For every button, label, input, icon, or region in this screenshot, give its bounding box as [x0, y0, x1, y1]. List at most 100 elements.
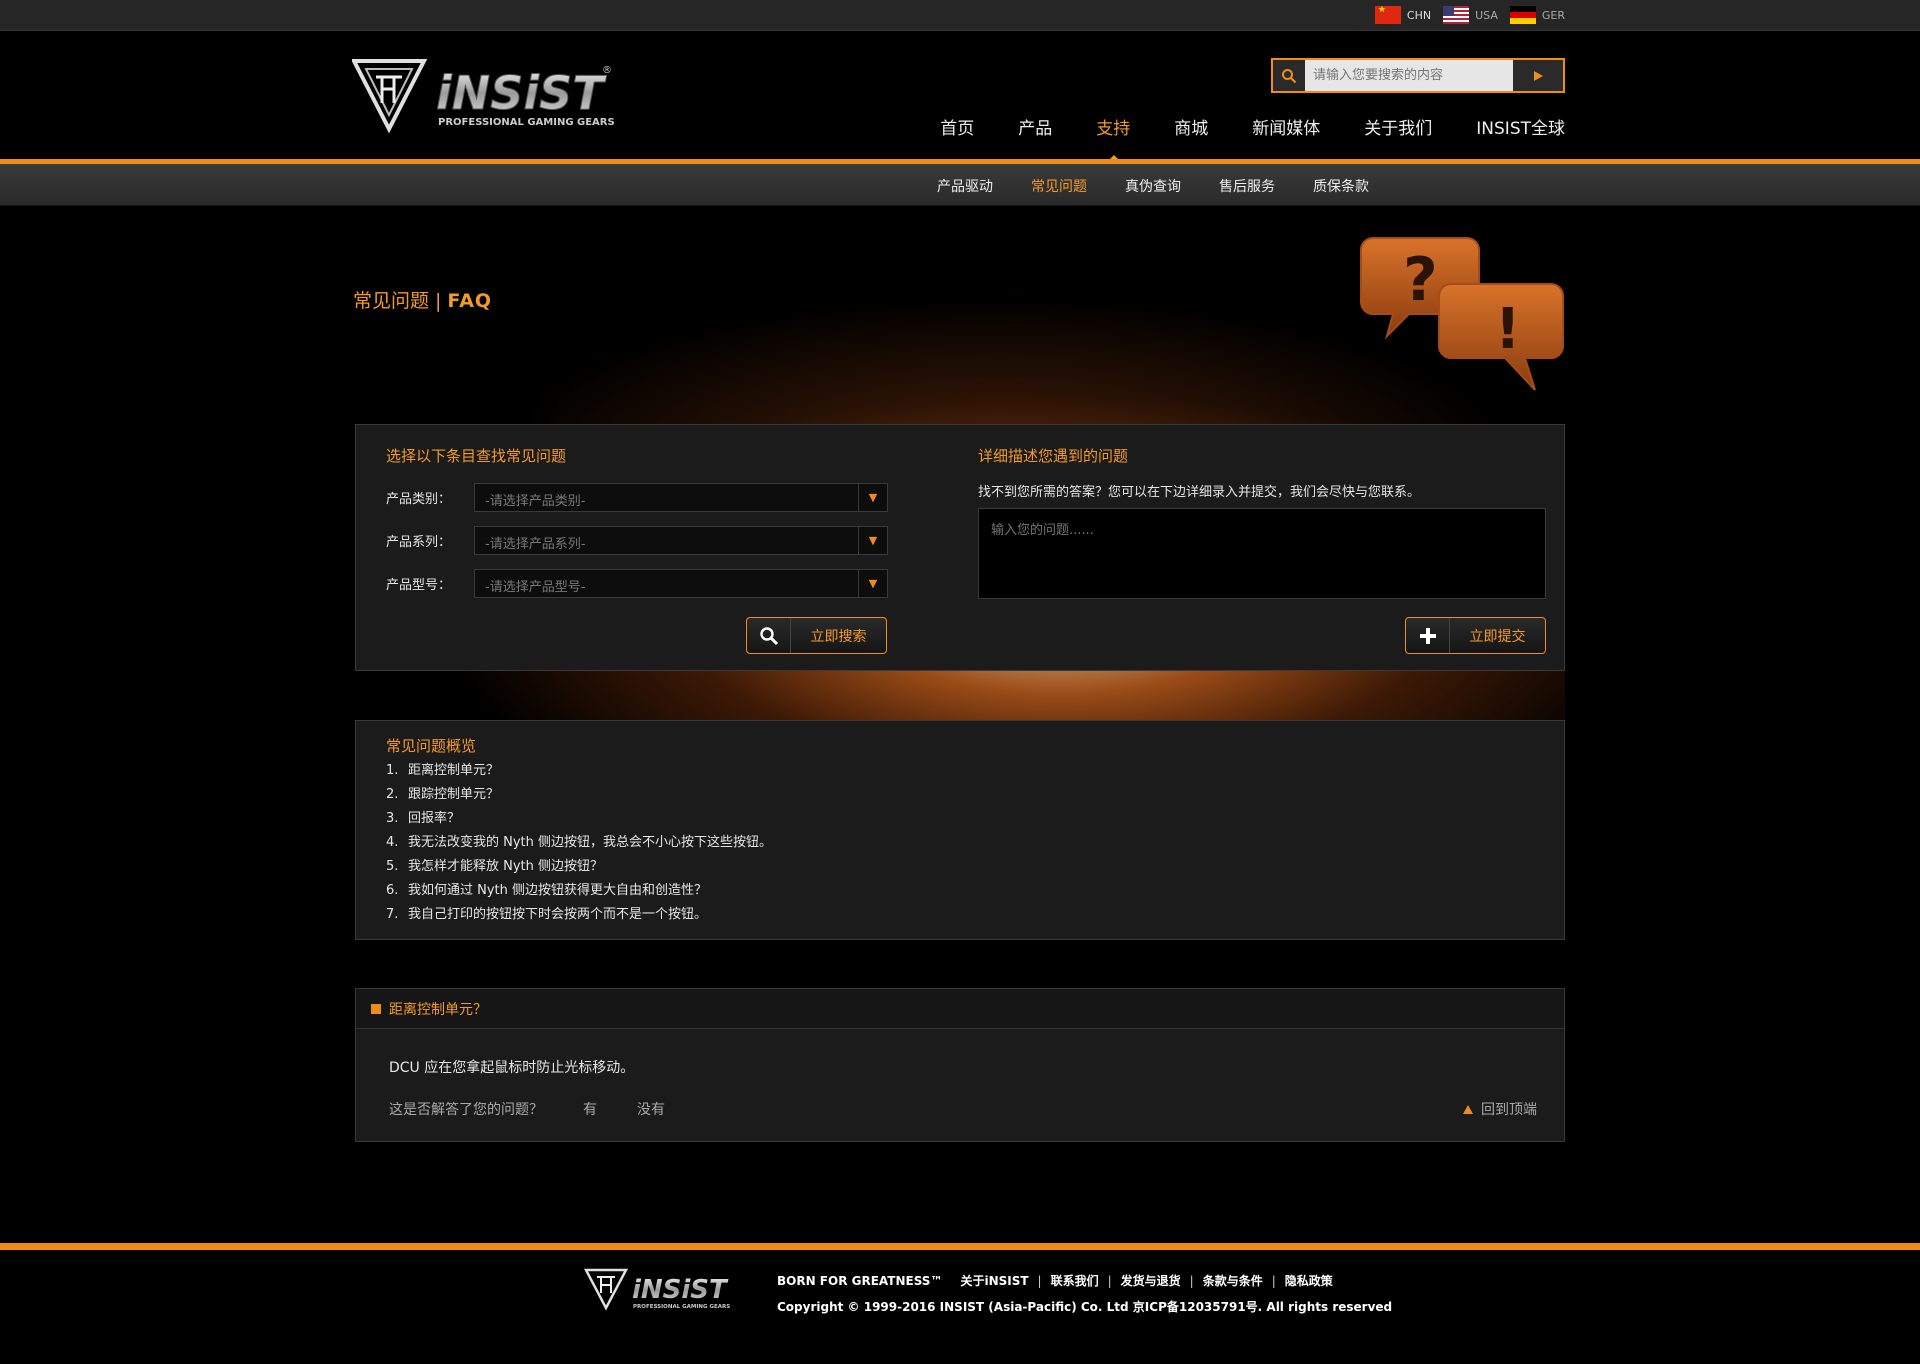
footer-separator: | — [1107, 1273, 1112, 1288]
footer-separator: | — [1271, 1273, 1276, 1288]
subnav-authenticity-check[interactable]: 真伪查询 — [1125, 176, 1181, 196]
play-arrow-icon — [1534, 70, 1543, 81]
footer-link-terms[interactable]: 条款与条件 — [1203, 1272, 1263, 1289]
footer-slogan: BORN FOR GREATNESS™ — [777, 1273, 943, 1288]
lang-label: CHN — [1406, 8, 1432, 22]
footer-logo-tagline: PROFESSIONAL GAMING GEARS — [633, 1304, 730, 1310]
lang-label: USA — [1475, 8, 1498, 22]
svg-text:?: ? — [1403, 245, 1438, 315]
subnav-faq[interactable]: 常见问题 — [1031, 176, 1087, 196]
helpful-no-link[interactable]: 没有 — [637, 1099, 665, 1119]
site-search — [1271, 58, 1565, 93]
language-bar: CHN USA GER — [0, 0, 1920, 31]
germany-flag-icon — [1509, 6, 1536, 24]
faq-question-link[interactable]: 3. 回报率？ — [386, 807, 772, 831]
nav-products[interactable]: 产品 — [996, 114, 1074, 139]
caret-down-icon: ▼ — [858, 527, 887, 554]
faq-question-link[interactable]: 4. 我无法改变我的 Nyth 侧边按钮，我总会不小心按下这些按钮。 — [386, 831, 772, 855]
footer-separator: | — [1189, 1273, 1194, 1288]
question-text: 我如何通过 Nyth 侧边按钮获得更大自由和创造性？ — [408, 883, 708, 898]
product-model-select[interactable]: -请选择产品型号- ▼ — [474, 569, 888, 598]
question-text: 我自己打印的按钮按下时会按两个而不是一个按钮。 — [408, 907, 708, 922]
faq-answer-card: 距离控制单元？ DCU 应在您拿起鼠标时防止光标移动。 这是否解答了您的问题？ … — [355, 988, 1565, 1142]
product-category-label: 产品类别： — [386, 492, 452, 507]
logo-tagline: PROFESSIONAL GAMING GEARS — [438, 117, 615, 128]
answer-text: DCU 应在您拿起鼠标时防止光标移动。 — [389, 1060, 635, 1076]
footer-copyright: Copyright © 1999-2016 INSIST (Asia-Pacif… — [777, 1300, 1393, 1314]
submit-now-button[interactable]: 立即提交 — [1405, 617, 1546, 654]
footer-link-privacy[interactable]: 隐私政策 — [1285, 1272, 1333, 1289]
faq-question-list: 1. 距离控制单元？ 2. 跟踪控制单元？ 3. 回报率？ 4. 我无法改变我的 Nyt… — [386, 759, 772, 927]
caret-down-icon: ▼ — [858, 570, 887, 597]
product-model-row: 产品型号： -请选择产品型号- ▼ — [386, 569, 888, 598]
nav-news-media[interactable]: 新闻媒体 — [1230, 114, 1342, 139]
lang-ger[interactable]: GER — [1509, 6, 1565, 24]
page-title-en: FAQ — [447, 290, 493, 312]
helpful-prompt: 这是否解答了您的问题？ — [389, 1102, 543, 1118]
main-nav: 首页 产品 支持 商城 新闻媒体 关于我们 INSIST全球 — [918, 114, 1565, 161]
insist-logo[interactable]: iNSiST PROFESSIONAL GAMING GEARS ® — [352, 59, 662, 139]
select-value: -请选择产品系列- — [485, 537, 586, 552]
site-header: iNSiST PROFESSIONAL GAMING GEARS ® 首页 产品… — [0, 31, 1920, 161]
faq-question-link[interactable]: 2. 跟踪控制单元？ — [386, 783, 772, 807]
product-category-row: 产品类别： -请选择产品类别- ▼ — [386, 483, 888, 512]
describe-problem-text: 找不到您所需的答案？您可以在下边详细录入并提交，我们会尽快与您联系。 — [978, 485, 1421, 500]
subnav-after-sales[interactable]: 售后服务 — [1219, 176, 1275, 196]
lang-chn[interactable]: CHN — [1374, 6, 1432, 24]
nav-support[interactable]: 支持 — [1074, 114, 1152, 161]
search-icon — [1273, 60, 1305, 91]
faq-search-panel: 选择以下条目查找常见问题 产品类别： -请选择产品类别- ▼ 产品系列： -请选… — [355, 424, 1565, 671]
product-series-row: 产品系列： -请选择产品系列- ▼ — [386, 526, 888, 555]
banner-right-fill — [1565, 206, 1920, 726]
faq-question-link[interactable]: 5. 我怎样才能释放 Nyth 侧边按钮？ — [386, 855, 772, 879]
select-value: -请选择产品型号- — [485, 580, 586, 595]
search-input[interactable] — [1305, 60, 1513, 91]
caret-down-icon: ▼ — [858, 484, 887, 511]
svg-text:®: ® — [602, 65, 612, 76]
plus-icon — [1406, 618, 1450, 653]
nav-home[interactable]: 首页 — [918, 114, 996, 139]
faq-question-link[interactable]: 1. 距离控制单元？ — [386, 759, 772, 783]
question-text: 我无法改变我的 Nyth 侧边按钮，我总会不小心按下这些按钮。 — [408, 835, 773, 850]
footer-insist-logo[interactable]: iNSiST PROFESSIONAL GAMING GEARS — [584, 1268, 752, 1312]
select-value: -请选择产品类别- — [485, 494, 586, 509]
nav-insist-global[interactable]: INSIST全球 — [1454, 114, 1565, 139]
subnav-warranty[interactable]: 质保条款 — [1313, 176, 1369, 196]
footer-link-shipping-returns[interactable]: 发货与退货 — [1121, 1272, 1181, 1289]
helpful-yes-link[interactable]: 有 — [583, 1099, 597, 1119]
back-to-top-link[interactable]: 回到顶端 — [1463, 1099, 1537, 1119]
footer-link-about[interactable]: 关于iNSIST — [960, 1272, 1028, 1289]
page-title-cn: 常见问题 — [353, 290, 430, 312]
faq-question-link[interactable]: 6. 我如何通过 Nyth 侧边按钮获得更大自由和创造性？ — [386, 879, 772, 903]
product-category-select[interactable]: -请选择产品类别- ▼ — [474, 483, 888, 512]
nav-about-us[interactable]: 关于我们 — [1342, 114, 1454, 139]
question-text: 距离控制单元？ — [408, 763, 500, 778]
product-series-select[interactable]: -请选择产品系列- ▼ — [474, 526, 888, 555]
search-now-button[interactable]: 立即搜索 — [746, 617, 887, 654]
back-to-top-label: 回到顶端 — [1481, 1102, 1537, 1118]
svg-text:!: ! — [1495, 297, 1521, 362]
answer-header: 距离控制单元？ — [356, 989, 1564, 1029]
faq-question-link[interactable]: 7. 我自己打印的按钮按下时会按两个而不是一个按钮。 — [386, 903, 772, 927]
nav-shop[interactable]: 商城 — [1152, 114, 1230, 139]
triangle-up-icon — [1463, 1104, 1473, 1114]
search-submit-button[interactable] — [1513, 60, 1563, 91]
footer-divider — [0, 1243, 1920, 1250]
question-textarea[interactable] — [978, 508, 1546, 599]
title-separator: | — [435, 290, 442, 312]
lang-usa[interactable]: USA — [1443, 6, 1498, 24]
footer-logo-wordmark: iNSiST — [632, 1275, 729, 1305]
subnav-drivers[interactable]: 产品驱动 — [937, 176, 993, 196]
china-flag-icon — [1374, 6, 1401, 24]
answer-question: 距离控制单元？ — [389, 1001, 487, 1018]
footer-link-contact[interactable]: 联系我们 — [1051, 1272, 1099, 1289]
support-subnav: 产品驱动 常见问题 真伪查询 售后服务 质保条款 — [0, 164, 1920, 206]
banner-left-fade — [0, 206, 565, 426]
language-switcher: CHN USA GER — [1374, 6, 1565, 24]
helpful-feedback: 这是否解答了您的问题？ 有 没有 — [389, 1099, 665, 1119]
footer-links: BORN FOR GREATNESS™ 关于iNSIST | 联系我们 | 发货… — [777, 1272, 1333, 1289]
search-now-label: 立即搜索 — [810, 628, 867, 645]
describe-problem-heading: 详细描述您遇到的问题 — [978, 447, 1129, 465]
faq-overview-title: 常见问题概览 — [386, 737, 477, 755]
square-bullet-icon — [371, 1003, 381, 1014]
